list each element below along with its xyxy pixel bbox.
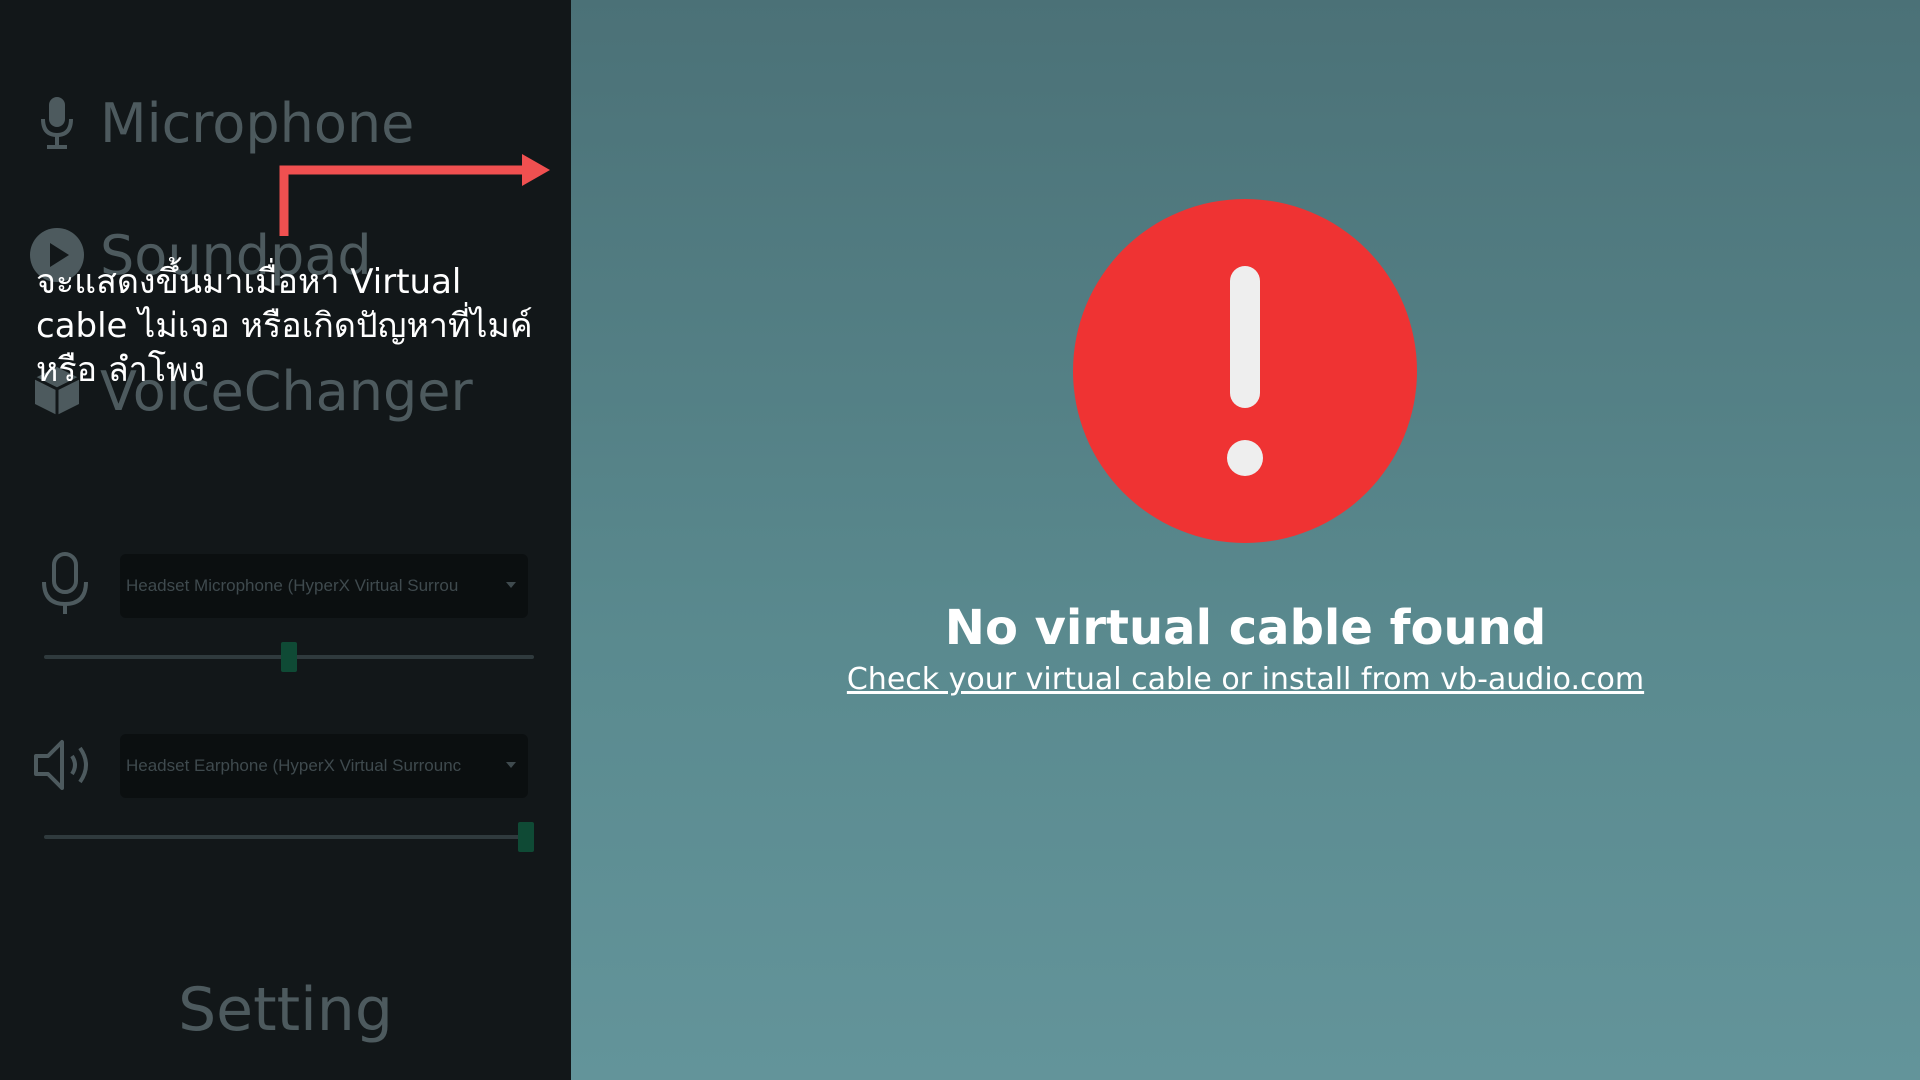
microphone-volume-slider[interactable]	[44, 642, 534, 672]
install-link[interactable]: Check your virtual cable or install from…	[571, 662, 1920, 697]
annotation-arrow	[279, 154, 550, 236]
slider-thumb[interactable]	[281, 642, 297, 672]
error-title: No virtual cable found	[944, 600, 1547, 656]
speaker-device-select[interactable]: Headset Earphone (HyperX Virtual Surroun…	[120, 734, 528, 798]
nav-item-label: Microphone	[100, 91, 415, 155]
chevron-down-icon	[506, 762, 516, 768]
microphone-device-select[interactable]: Headset Microphone (HyperX Virtual Surro…	[120, 554, 528, 618]
slider-track	[44, 835, 534, 839]
speaker-icon	[30, 730, 100, 800]
microphone-device-value: Headset Microphone (HyperX Virtual Surro…	[126, 576, 459, 595]
annotation-text: จะแสดงขึ้นมาเมื่อหา Virtual cable ไม่เจอ…	[36, 262, 533, 390]
microphone-outline-icon	[30, 548, 100, 618]
chevron-down-icon	[506, 582, 516, 588]
main-panel: No virtual cable found Check your virtua…	[571, 0, 1920, 1080]
microphone-icon	[28, 94, 86, 152]
slider-thumb[interactable]	[518, 822, 534, 852]
speaker-device-value: Headset Earphone (HyperX Virtual Surroun…	[126, 756, 462, 775]
speaker-volume-slider[interactable]	[44, 822, 534, 852]
setting-button[interactable]: Setting	[0, 975, 571, 1045]
alert-icon	[1073, 199, 1417, 543]
